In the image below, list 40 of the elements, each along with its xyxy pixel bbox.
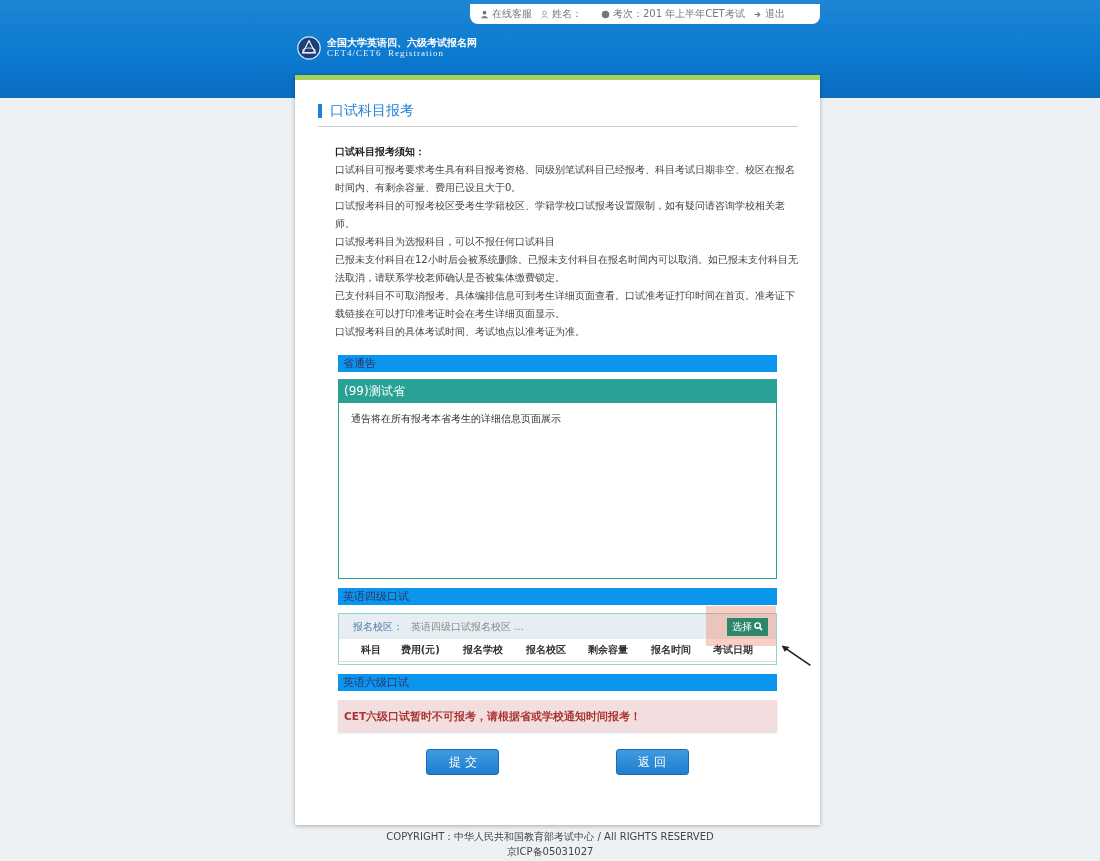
notice-text: 已报未支付科目在12小时后会被系统删除。已报未支付科目在报名时间内可以取消。如已报未支付科目无法取消，请联系学校老师确认是否被集体缴费锁定。 xyxy=(335,253,799,285)
logout-link[interactable]: 退出 xyxy=(764,7,785,21)
search-icon xyxy=(754,622,763,631)
notice-text: 口试报考科目的具体考试时间、考试地点以准考证为准。 xyxy=(335,325,586,339)
column-header: 科目 xyxy=(361,643,382,657)
column-header: 报名时间 xyxy=(650,643,692,657)
panel-text: 通告将在所有报考本省考生的详细信息页面展示 xyxy=(350,412,562,426)
icp-number: 京ICP备05031027 xyxy=(506,845,594,859)
page-title: 口试科目报考 xyxy=(330,102,414,120)
section-header: 英语六级口试 xyxy=(338,674,777,691)
notice-text: 已支付科目不可取消报考。具体编排信息可到考生详细页面查看。口试准考证打印时间在首页。准考证下载链接在可以打印准考证时会在考生详细页面显示。 xyxy=(335,289,796,321)
logout-icon xyxy=(752,9,762,19)
emblem-icon xyxy=(297,36,321,60)
title-marker xyxy=(318,104,322,118)
notice-text: 口试报考科目为选报科目，可以不报任何口试科目 xyxy=(335,235,556,249)
name-label: 姓名： xyxy=(552,7,582,21)
column-header: 费用(元) xyxy=(400,643,441,657)
user-icon xyxy=(540,9,549,19)
column-header: 报名学校 xyxy=(463,643,505,657)
submit-button[interactable]: 提 交 xyxy=(426,749,500,775)
online-service-link[interactable]: 在线客服 xyxy=(492,7,532,21)
panel-header: (99)测试省 xyxy=(339,380,776,403)
site-subtitle: CET4/CET6 Registration xyxy=(327,48,444,58)
person-icon xyxy=(480,9,489,19)
column-header: 报名校区 xyxy=(525,643,567,657)
section-header: 省通告 xyxy=(338,355,777,372)
site-title: 全国大学英语四、六级考试报名网 xyxy=(327,38,477,49)
column-header: 考试日期 xyxy=(713,643,755,657)
select-button[interactable]: 选择 xyxy=(727,617,768,636)
exam-session-text: 考次：201 年上半年CET考试 xyxy=(613,7,745,21)
notice-text: 口试科目可报考要求考生具有科目报考资格、同级别笔试科目已经报考、科目考试日期非空、校区在报名时间内、有剩余容量、费用已设且大于0。 xyxy=(335,163,796,195)
campus-field[interactable]: 英语四级口试报名校区 ... xyxy=(411,619,727,634)
section-header: 英语四级口试 xyxy=(338,588,777,605)
alert-message: CET六级口试暂时不可报考，请根据省或学校通知时间报考！ xyxy=(338,700,777,732)
campus-label: 报名校区： xyxy=(353,619,403,634)
copyright-text: COPYRIGHT：中华人民共和国教育部考试中心 / All RIGHTS RESERVED xyxy=(386,830,714,844)
notice-text: 口试报考科目的可报考校区受考生学籍校区、学籍学校口试报考设置限制，如有疑问请咨询学校相关老师。 xyxy=(335,199,786,231)
notice-heading: 口试科目报考须知： xyxy=(335,145,426,159)
back-button[interactable]: 返 回 xyxy=(615,749,689,775)
column-header: 剩余容量 xyxy=(588,643,630,657)
